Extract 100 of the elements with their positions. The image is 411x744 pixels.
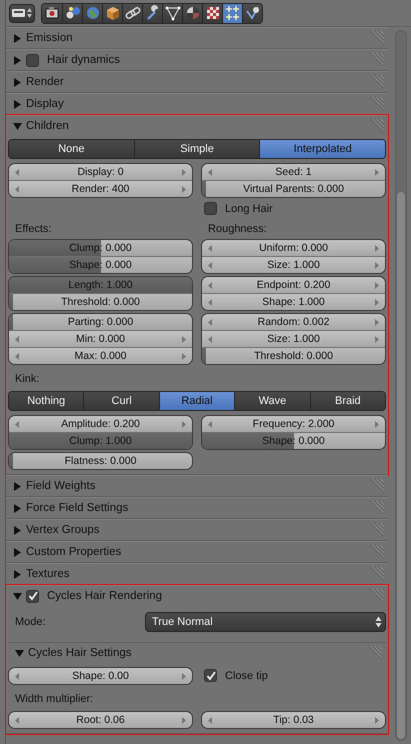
grip-icon — [370, 567, 384, 581]
option-tab[interactable]: Simple — [134, 140, 260, 158]
properties-tab[interactable] — [242, 4, 262, 22]
grip-icon — [370, 119, 384, 133]
panel-title: Vertex Groups — [26, 524, 100, 536]
slider[interactable]: Parting: 0.000 — [9, 314, 192, 330]
arrow-right-icon — [374, 262, 380, 268]
number-field[interactable]: Display: 0 — [9, 164, 192, 180]
option-tab[interactable]: Wave — [234, 392, 310, 410]
panel-header[interactable]: Textures — [6, 564, 388, 584]
arrow-right-icon — [374, 168, 380, 176]
panel-title: Cycles Hair Rendering — [47, 590, 162, 602]
option-tab[interactable]: Curl — [83, 392, 159, 410]
number-field[interactable]: Uniform: 0.000 — [202, 240, 386, 256]
panel-header[interactable]: Vertex Groups — [6, 520, 388, 540]
arrow-right-icon — [181, 716, 186, 724]
slider[interactable]: Flatness: 0.000 — [9, 453, 192, 469]
option-tab[interactable]: Radial — [158, 392, 234, 410]
grip-icon — [370, 545, 384, 559]
panel-title: Emission — [26, 32, 73, 44]
number-field[interactable]: Min: 0.000 — [9, 330, 192, 347]
properties-tab[interactable] — [42, 4, 62, 22]
panel-header[interactable]: Cycles Hair Rendering — [6, 586, 388, 606]
number-field[interactable]: Seed: 1 — [202, 164, 386, 180]
arrow-left-icon — [208, 244, 214, 252]
sparkles-icon — [224, 4, 242, 22]
arrow-left-icon — [15, 352, 20, 360]
checkbox[interactable] — [204, 669, 218, 682]
scrollbar-thumb[interactable] — [396, 191, 406, 740]
properties-tab[interactable] — [122, 4, 142, 22]
section-label: Kink: — [14, 372, 40, 387]
panel-header[interactable]: Force Field Settings — [6, 498, 388, 518]
grip-icon — [368, 646, 382, 660]
arrow-left-icon — [15, 336, 20, 342]
panel-header[interactable]: Display — [6, 94, 388, 114]
arrow-left-icon — [208, 318, 214, 326]
number-field[interactable]: Size: 1.000 — [202, 330, 386, 347]
properties-tab[interactable] — [142, 4, 162, 22]
checkbox[interactable] — [204, 202, 218, 215]
arrow-right-icon — [181, 672, 186, 680]
number-field[interactable]: Endpoint: 0.200 — [202, 277, 386, 293]
number-field[interactable]: Amplitude: 0.200 — [9, 416, 192, 432]
number-field[interactable]: Root: 0.06 — [9, 712, 192, 728]
arrow-right-icon — [181, 420, 186, 428]
arrow-right-icon — [374, 318, 380, 326]
panel-header[interactable]: Custom Properties — [6, 542, 388, 562]
section-label: Roughness: — [207, 222, 268, 237]
arrow-left-icon — [208, 298, 214, 306]
arrow-right-icon — [181, 336, 186, 342]
section-label: Width multiplier: — [14, 692, 94, 707]
panel-title: Hair dynamics — [47, 54, 120, 66]
window-type-icon — [11, 6, 33, 20]
number-field[interactable]: Frequency: 2.000 — [202, 416, 386, 432]
arrow-left-icon — [208, 716, 214, 724]
number-field[interactable]: Random: 0.002 — [202, 314, 386, 330]
number-field[interactable]: Tip: 0.03 — [202, 712, 386, 728]
panel-header[interactable]: Hair dynamics — [6, 50, 388, 70]
properties-tab[interactable] — [182, 4, 202, 22]
arrow-left-icon — [15, 672, 20, 680]
properties-tab[interactable] — [62, 4, 82, 22]
checkbox[interactable] — [26, 54, 39, 66]
panel-header[interactable]: Children — [6, 116, 388, 136]
grip-icon — [370, 31, 384, 45]
arrow-left-icon — [15, 168, 20, 176]
triangle-icon — [164, 4, 182, 22]
number-field[interactable]: Size: 1.000 — [202, 256, 386, 273]
arrow-right-icon — [374, 298, 380, 306]
number-field[interactable]: Render: 400 — [9, 180, 192, 197]
number-field[interactable]: Shape: 0.00 — [9, 668, 192, 684]
dropdown[interactable]: True Normal — [145, 612, 386, 632]
properties-tab[interactable] — [162, 4, 182, 22]
checkbox[interactable] — [26, 590, 39, 602]
properties-tab[interactable] — [202, 4, 222, 22]
arrow-right-icon — [374, 282, 380, 288]
slider[interactable]: Virtual Parents: 0.000 — [202, 180, 386, 197]
option-tab[interactable]: Interpolated — [259, 140, 386, 158]
arrow-left-icon — [15, 420, 20, 428]
properties-tab[interactable] — [102, 4, 122, 22]
option-tab[interactable]: Braid — [310, 392, 386, 410]
number-field[interactable]: Max: 0.000 — [9, 347, 192, 364]
number-field[interactable]: Shape: 1.000 — [202, 293, 386, 310]
option-tab[interactable]: None — [9, 140, 134, 158]
panel-title: Display — [26, 98, 64, 110]
editor-type-button[interactable] — [9, 4, 35, 22]
panel-title: Cycles Hair Settings — [28, 647, 132, 659]
grip-icon — [370, 479, 384, 493]
chain-link-icon — [124, 4, 142, 22]
slider[interactable]: Threshold: 0.000 — [9, 293, 192, 310]
panel-header[interactable]: Cycles Hair Settings — [8, 642, 386, 663]
option-tab[interactable]: Nothing — [9, 392, 84, 410]
arrow-right-icon — [181, 168, 186, 176]
scrollbar[interactable] — [395, 30, 407, 741]
arrow-right-icon — [374, 336, 380, 342]
properties-tab[interactable] — [222, 4, 242, 22]
arrow-left-icon — [15, 186, 20, 192]
panel-header[interactable]: Emission — [6, 28, 388, 48]
panel-title: Force Field Settings — [26, 502, 128, 514]
panel-header[interactable]: Field Weights — [6, 476, 388, 496]
slider[interactable]: Threshold: 0.000 — [202, 347, 386, 364]
panel-header[interactable]: Render — [6, 72, 388, 92]
